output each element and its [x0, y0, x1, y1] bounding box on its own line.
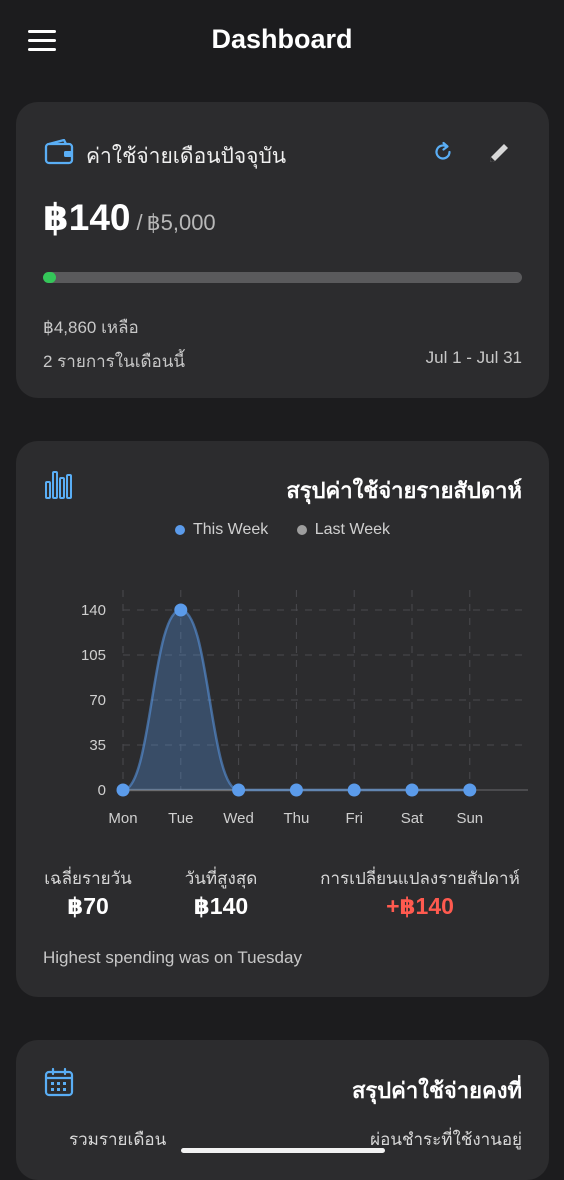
stat-label-highest-day: วันที่สูงสุด [184, 869, 258, 888]
spent-amount: ฿140 [43, 197, 131, 238]
point-this-week-wed [232, 783, 246, 797]
x-tick-fri: Fri [345, 810, 363, 827]
legend-last-week[interactable]: Last Week [296, 521, 391, 539]
point-this-week-mon [116, 783, 130, 797]
y-tick-105: 105 [81, 647, 106, 664]
x-tick-sat: Sat [401, 810, 424, 827]
y-tick-0: 0 [98, 782, 106, 799]
bar-chart-icon [45, 471, 72, 499]
legend-this-week-label: This Week [192, 521, 269, 538]
highest-spending-note: Highest spending was on Tuesday [43, 948, 302, 967]
point-this-week-sun [463, 783, 477, 797]
wallet-icon [44, 139, 74, 165]
y-tick-35: 35 [89, 737, 106, 754]
stat-label-daily-average: เฉลี่ยรายวัน [44, 869, 132, 888]
x-tick-mon: Mon [108, 810, 137, 827]
budget-progress-bar [43, 272, 522, 283]
legend-this-week[interactable]: This Week [174, 521, 269, 539]
amount-separator: / [136, 210, 143, 235]
budget-amount: ฿140/฿5,000 [43, 196, 216, 239]
weekly-summary-title: สรุปค่าใช้จ่ายรายสัปดาห์ [286, 478, 522, 503]
point-this-week-tue [174, 603, 188, 617]
calendar-icon [44, 1067, 74, 1097]
budget-limit: ฿5,000 [146, 210, 216, 235]
home-indicator [181, 1148, 385, 1153]
y-tick-70: 70 [89, 692, 106, 709]
fixed-expense-title: สรุปค่าใช้จ่ายคงที่ [351, 1078, 522, 1103]
legend-last-week-dot [296, 525, 307, 535]
edit-icon[interactable] [486, 140, 512, 166]
page-title: Dashboard [211, 24, 353, 54]
date-range: Jul 1 - Jul 31 [425, 348, 522, 367]
x-tick-wed: Wed [223, 810, 254, 827]
point-this-week-thu [289, 783, 303, 797]
stat-value-highest-day: ฿140 [193, 893, 249, 919]
app-header: Dashboard [0, 0, 564, 82]
stat-value-weekly-change: +฿140 [386, 893, 454, 919]
weekly-spending-chart: 0 35 70 105 140 Mon Tue Wed Thu Fri Sat Sun [81, 590, 528, 827]
legend-last-week-label: Last Week [314, 521, 391, 538]
y-tick-140: 140 [81, 602, 106, 619]
budget-card-title: ค่าใช้จ่ายเดือนปัจจุบัน [86, 145, 287, 168]
point-this-week-fri [347, 783, 361, 797]
refresh-icon[interactable] [431, 140, 455, 164]
stat-value-daily-average: ฿70 [67, 893, 109, 919]
budget-progress-fill [43, 272, 57, 283]
x-tick-tue: Tue [168, 810, 193, 827]
fixed-expense-card: สรุปค่าใช้จ่ายคงที่ รวมรายเดือน ผ่อนชำระ… [16, 1040, 549, 1180]
x-tick-thu: Thu [283, 810, 309, 827]
transaction-count: 2 รายการในเดือนนี้ [43, 352, 186, 371]
point-this-week-sat [405, 783, 419, 797]
chart-legend: This Week Last Week [16, 521, 549, 540]
weekly-summary-card: สรุปค่าใช้จ่ายรายสัปดาห์ This Week Last … [16, 441, 549, 997]
legend-this-week-dot [174, 525, 185, 535]
remaining-amount: ฿4,860 เหลือ [43, 318, 139, 337]
monthly-total-label: รวมรายเดือน [69, 1130, 167, 1149]
x-tick-sun: Sun [456, 810, 483, 827]
active-installments-label: ผ่อนชำระที่ใช้งานอยู่ [370, 1130, 522, 1149]
stat-label-weekly-change: การเปลี่ยนแปลงรายสัปดาห์ [320, 869, 520, 888]
monthly-budget-card: ค่าใช้จ่ายเดือนปัจจุบัน ฿140/฿5,000 ฿4,8… [16, 102, 549, 398]
